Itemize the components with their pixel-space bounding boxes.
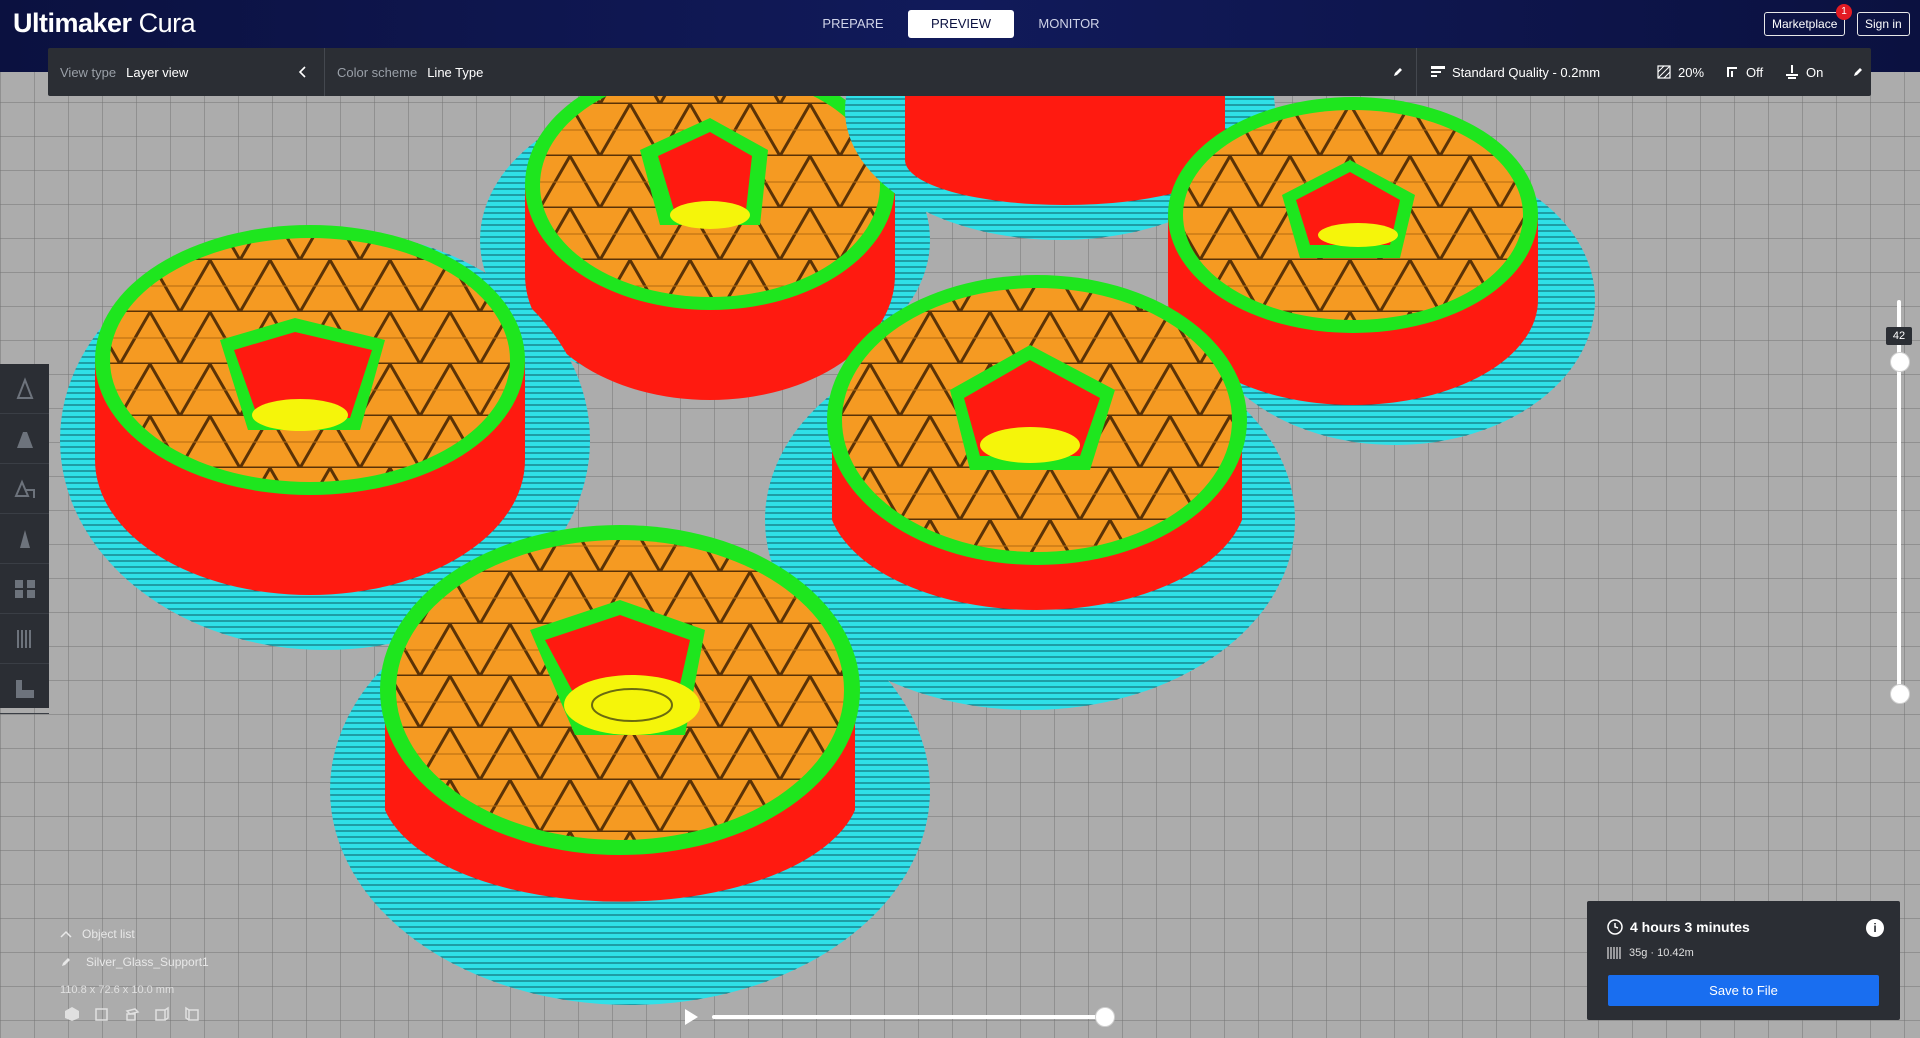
play-icon[interactable] bbox=[680, 1006, 702, 1028]
info-icon[interactable]: i bbox=[1866, 919, 1884, 937]
material-usage-value: 35g · 10.42m bbox=[1629, 947, 1694, 959]
tab-preview[interactable]: PREVIEW bbox=[908, 10, 1014, 38]
move-tool-icon[interactable] bbox=[0, 364, 49, 414]
pencil-icon[interactable] bbox=[1392, 48, 1404, 96]
camera-view-buttons bbox=[62, 1004, 202, 1024]
stage-tabs: PREPARE PREVIEW MONITOR bbox=[800, 10, 1124, 38]
view-front-icon[interactable] bbox=[92, 1004, 112, 1024]
chevron-left-icon[interactable] bbox=[298, 48, 308, 96]
object-list-toggle[interactable]: Object list bbox=[60, 920, 209, 948]
print-time-value: 4 hours 3 minutes bbox=[1630, 919, 1750, 935]
per-model-settings-icon[interactable] bbox=[0, 564, 49, 614]
marketplace-button[interactable]: Marketplace bbox=[1764, 12, 1846, 36]
layer-slider-lower-handle[interactable] bbox=[1890, 684, 1910, 704]
view-type-label: View type bbox=[60, 64, 117, 80]
color-scheme-value: Line Type bbox=[427, 64, 484, 80]
adhesion-indicator[interactable]: On bbox=[1784, 48, 1823, 96]
view-type-value: Layer view bbox=[126, 64, 189, 80]
view-3d-icon[interactable] bbox=[62, 1004, 82, 1024]
support-value: Off bbox=[1746, 64, 1764, 80]
object-dimensions: 110.8 x 72.6 x 10.0 mm bbox=[60, 984, 175, 996]
toolbar-divider bbox=[1416, 48, 1417, 96]
support-blocker-icon[interactable] bbox=[0, 614, 49, 664]
adhesion-value: On bbox=[1806, 64, 1824, 80]
spool-icon bbox=[1607, 947, 1621, 959]
view-toolbar: View type Layer view Color scheme Line T… bbox=[48, 48, 1871, 96]
rotate-tool-icon[interactable] bbox=[0, 464, 49, 514]
object-list-panel: Object list Silver_Glass_Support1 110.8 … bbox=[60, 920, 209, 1004]
quality-value: Standard Quality - 0.2mm bbox=[1452, 64, 1601, 80]
tool-sidebar bbox=[0, 364, 49, 714]
view-left-icon[interactable] bbox=[152, 1004, 172, 1024]
sign-in-button[interactable]: Sign in bbox=[1857, 12, 1910, 36]
layer-slider-upper-handle[interactable] bbox=[1890, 352, 1910, 372]
clock-icon bbox=[1607, 919, 1623, 935]
infill-indicator[interactable]: 20% bbox=[1656, 48, 1704, 96]
color-scheme-selector[interactable]: Color scheme Line Type bbox=[337, 48, 483, 96]
layer-preview-render bbox=[60, 0, 1595, 1005]
save-to-file-button[interactable]: Save to File bbox=[1608, 975, 1879, 1006]
view-right-icon[interactable] bbox=[182, 1004, 202, 1024]
layer-number-label: 42 bbox=[1886, 327, 1912, 345]
app-logo: Ultimaker Cura bbox=[13, 8, 196, 38]
object-list-title: Object list bbox=[82, 927, 135, 941]
print-information-panel: 4 hours 3 minutes i 35g · 10.42m Save to… bbox=[1587, 901, 1900, 1020]
pencil-icon bbox=[62, 958, 70, 966]
layer-path-slider-track[interactable] bbox=[712, 1015, 1104, 1019]
layer-path-slider-handle[interactable] bbox=[1095, 1007, 1115, 1027]
mirror-tool-icon[interactable] bbox=[0, 514, 49, 564]
infill-value: 20% bbox=[1678, 64, 1705, 80]
tab-prepare[interactable]: PREPARE bbox=[800, 10, 906, 38]
toolbar-divider bbox=[324, 48, 325, 96]
chevron-up-icon bbox=[60, 930, 72, 938]
tab-monitor[interactable]: MONITOR bbox=[1016, 10, 1122, 38]
print-time: 4 hours 3 minutes bbox=[1607, 919, 1750, 935]
view-type-selector[interactable]: View type Layer view bbox=[60, 48, 188, 96]
quality-icon bbox=[1430, 64, 1446, 80]
scale-tool-icon[interactable] bbox=[0, 414, 49, 464]
viewport-3d[interactable] bbox=[0, 0, 1920, 1038]
support-icon bbox=[1724, 64, 1740, 80]
object-name-row[interactable]: Silver_Glass_Support1 bbox=[60, 948, 209, 976]
view-top-icon[interactable] bbox=[122, 1004, 142, 1024]
infill-icon bbox=[1656, 64, 1672, 80]
adhesion-icon bbox=[1784, 64, 1800, 80]
layer-icon[interactable] bbox=[0, 664, 49, 714]
marketplace-badge: 1 bbox=[1836, 4, 1852, 20]
material-usage: 35g · 10.42m bbox=[1607, 946, 1694, 960]
pencil-icon[interactable] bbox=[1852, 48, 1864, 96]
support-indicator[interactable]: Off bbox=[1724, 48, 1763, 96]
marketplace-label: Marketplace bbox=[1772, 17, 1838, 31]
object-name: Silver_Glass_Support1 bbox=[86, 955, 209, 969]
color-scheme-label: Color scheme bbox=[337, 64, 418, 80]
print-settings-selector[interactable]: Standard Quality - 0.2mm bbox=[1430, 48, 1600, 96]
